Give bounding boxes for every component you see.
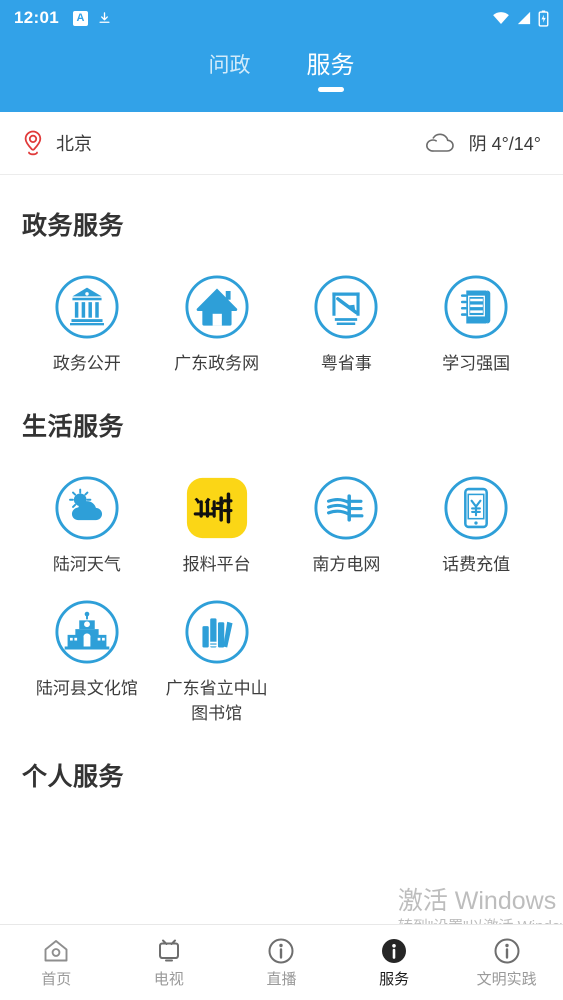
nav-item-home[interactable]: 首页 xyxy=(0,936,113,989)
service-label: 报料平台 xyxy=(182,555,251,574)
service-item-zhengwugongkai[interactable]: 政务公开 xyxy=(22,252,152,376)
section-government-services: 政务服务 政务公开 广东政务网 粤省事 学习强国 xyxy=(0,175,563,376)
nav-item-live[interactable]: 直播 xyxy=(225,936,338,989)
app-root: 12:01 A 问政 服务 北京 阴 4°/14° 政务服务 政务公开 广东政务… xyxy=(0,0,563,1000)
weather-widget[interactable]: 阴 4°/14° xyxy=(424,130,541,156)
sun-cloud-icon xyxy=(55,476,119,540)
power-grid-icon xyxy=(314,476,378,540)
nav-label: 首页 xyxy=(41,971,72,988)
phone-yen-icon xyxy=(444,476,508,540)
tab-wenzheng-label: 问政 xyxy=(208,54,251,77)
signal-icon xyxy=(517,11,531,25)
wifi-icon xyxy=(493,12,509,24)
status-bar: 12:01 A xyxy=(0,0,563,36)
info-filled-icon xyxy=(382,939,407,963)
service-label: 陆河县文化馆 xyxy=(35,679,138,698)
download-icon xyxy=(99,11,110,23)
section-title-government: 政务服务 xyxy=(22,212,125,240)
cloud-icon xyxy=(425,133,454,152)
info-circle-icon xyxy=(268,938,294,964)
notebook-icon xyxy=(444,275,508,339)
location-city-label: 北京 xyxy=(56,134,92,154)
tv-icon xyxy=(158,939,179,962)
nav-item-civilization-practice[interactable]: 文明实践 xyxy=(450,936,563,989)
location-weather-bar: 北京 阴 4°/14° xyxy=(0,112,563,175)
service-item-baoliao-platform[interactable]: 报料平台 xyxy=(152,453,282,577)
service-item-phone-recharge[interactable]: 话费充值 xyxy=(411,453,541,577)
service-item-nanfang-powergrid[interactable]: 南方电网 xyxy=(282,453,412,577)
service-item-guangdong-zhengwuwang[interactable]: 广东政务网 xyxy=(152,252,282,376)
section-life-services: 生活服务 陆河天气 报料平台 南方电网 话费充值 陆河县文化馆 广东省立中山 图… xyxy=(0,376,563,726)
service-item-luhe-culture-center[interactable]: 陆河县文化馆 xyxy=(22,577,152,726)
nav-label: 服务 xyxy=(379,971,410,988)
service-label: 学习强国 xyxy=(442,354,511,373)
tab-fuwu-label: 服务 xyxy=(306,52,355,79)
service-label: 广东政务网 xyxy=(174,354,260,373)
nav-label: 直播 xyxy=(266,971,297,988)
section-title-life: 生活服务 xyxy=(22,413,125,441)
culture-center-icon xyxy=(55,600,119,664)
government-services-grid: 政务公开 广东政务网 粤省事 学习强国 xyxy=(22,252,541,376)
bottom-navigation-bar: 首页 电视 直播 服务 文明实践 xyxy=(0,924,563,1000)
service-label: 政务公开 xyxy=(52,354,121,373)
service-label: 粤省事 xyxy=(320,354,372,373)
location-selector[interactable]: 北京 xyxy=(22,130,92,156)
tab-fuwu[interactable]: 服务 xyxy=(301,52,361,94)
status-bar-notification-icons: A xyxy=(72,10,112,26)
service-item-xuexiqiangguo[interactable]: 学习强国 xyxy=(411,252,541,376)
books-icon xyxy=(185,600,249,664)
service-label: 南方电网 xyxy=(312,555,381,574)
section-title-personal: 个人服务 xyxy=(22,763,125,791)
location-pin-icon xyxy=(24,130,42,156)
service-item-luhe-weather[interactable]: 陆河天气 xyxy=(22,453,152,577)
status-bar-system-icons xyxy=(492,10,549,27)
service-label: 广东省立中山 图书馆 xyxy=(165,679,268,723)
house-icon xyxy=(185,275,249,339)
tab-active-indicator xyxy=(317,87,344,92)
bank-building-icon xyxy=(55,275,119,339)
tab-wenzheng[interactable]: 问政 xyxy=(203,52,257,94)
battery-charging-icon xyxy=(538,10,549,27)
baoliao-tile-icon xyxy=(186,477,247,539)
app-badge-icon: A xyxy=(72,10,88,26)
nav-label: 文明实践 xyxy=(476,971,537,988)
service-label: 陆河天气 xyxy=(52,555,121,574)
weather-label: 阴 4°/14° xyxy=(468,134,541,154)
life-services-grid: 陆河天气 报料平台 南方电网 话费充值 陆河县文化馆 广东省立中山 图书馆 xyxy=(22,453,541,726)
nav-item-services[interactable]: 服务 xyxy=(338,936,451,989)
status-bar-time: 12:01 xyxy=(14,8,59,27)
service-item-zhongshan-library[interactable]: 广东省立中山 图书馆 xyxy=(152,577,282,726)
section-personal-services: 个人服务 xyxy=(0,726,563,803)
yue-character-icon xyxy=(314,275,378,339)
top-tab-bar: 问政 服务 xyxy=(0,36,563,112)
watermark-line-1: 激活 Windows xyxy=(397,887,557,915)
service-item-yueshengshi[interactable]: 粤省事 xyxy=(282,252,412,376)
service-label: 话费充值 xyxy=(442,555,511,574)
home-icon xyxy=(44,940,68,962)
nav-label: 电视 xyxy=(153,971,184,988)
info-circle-icon xyxy=(494,938,520,964)
nav-item-tv[interactable]: 电视 xyxy=(113,936,226,989)
